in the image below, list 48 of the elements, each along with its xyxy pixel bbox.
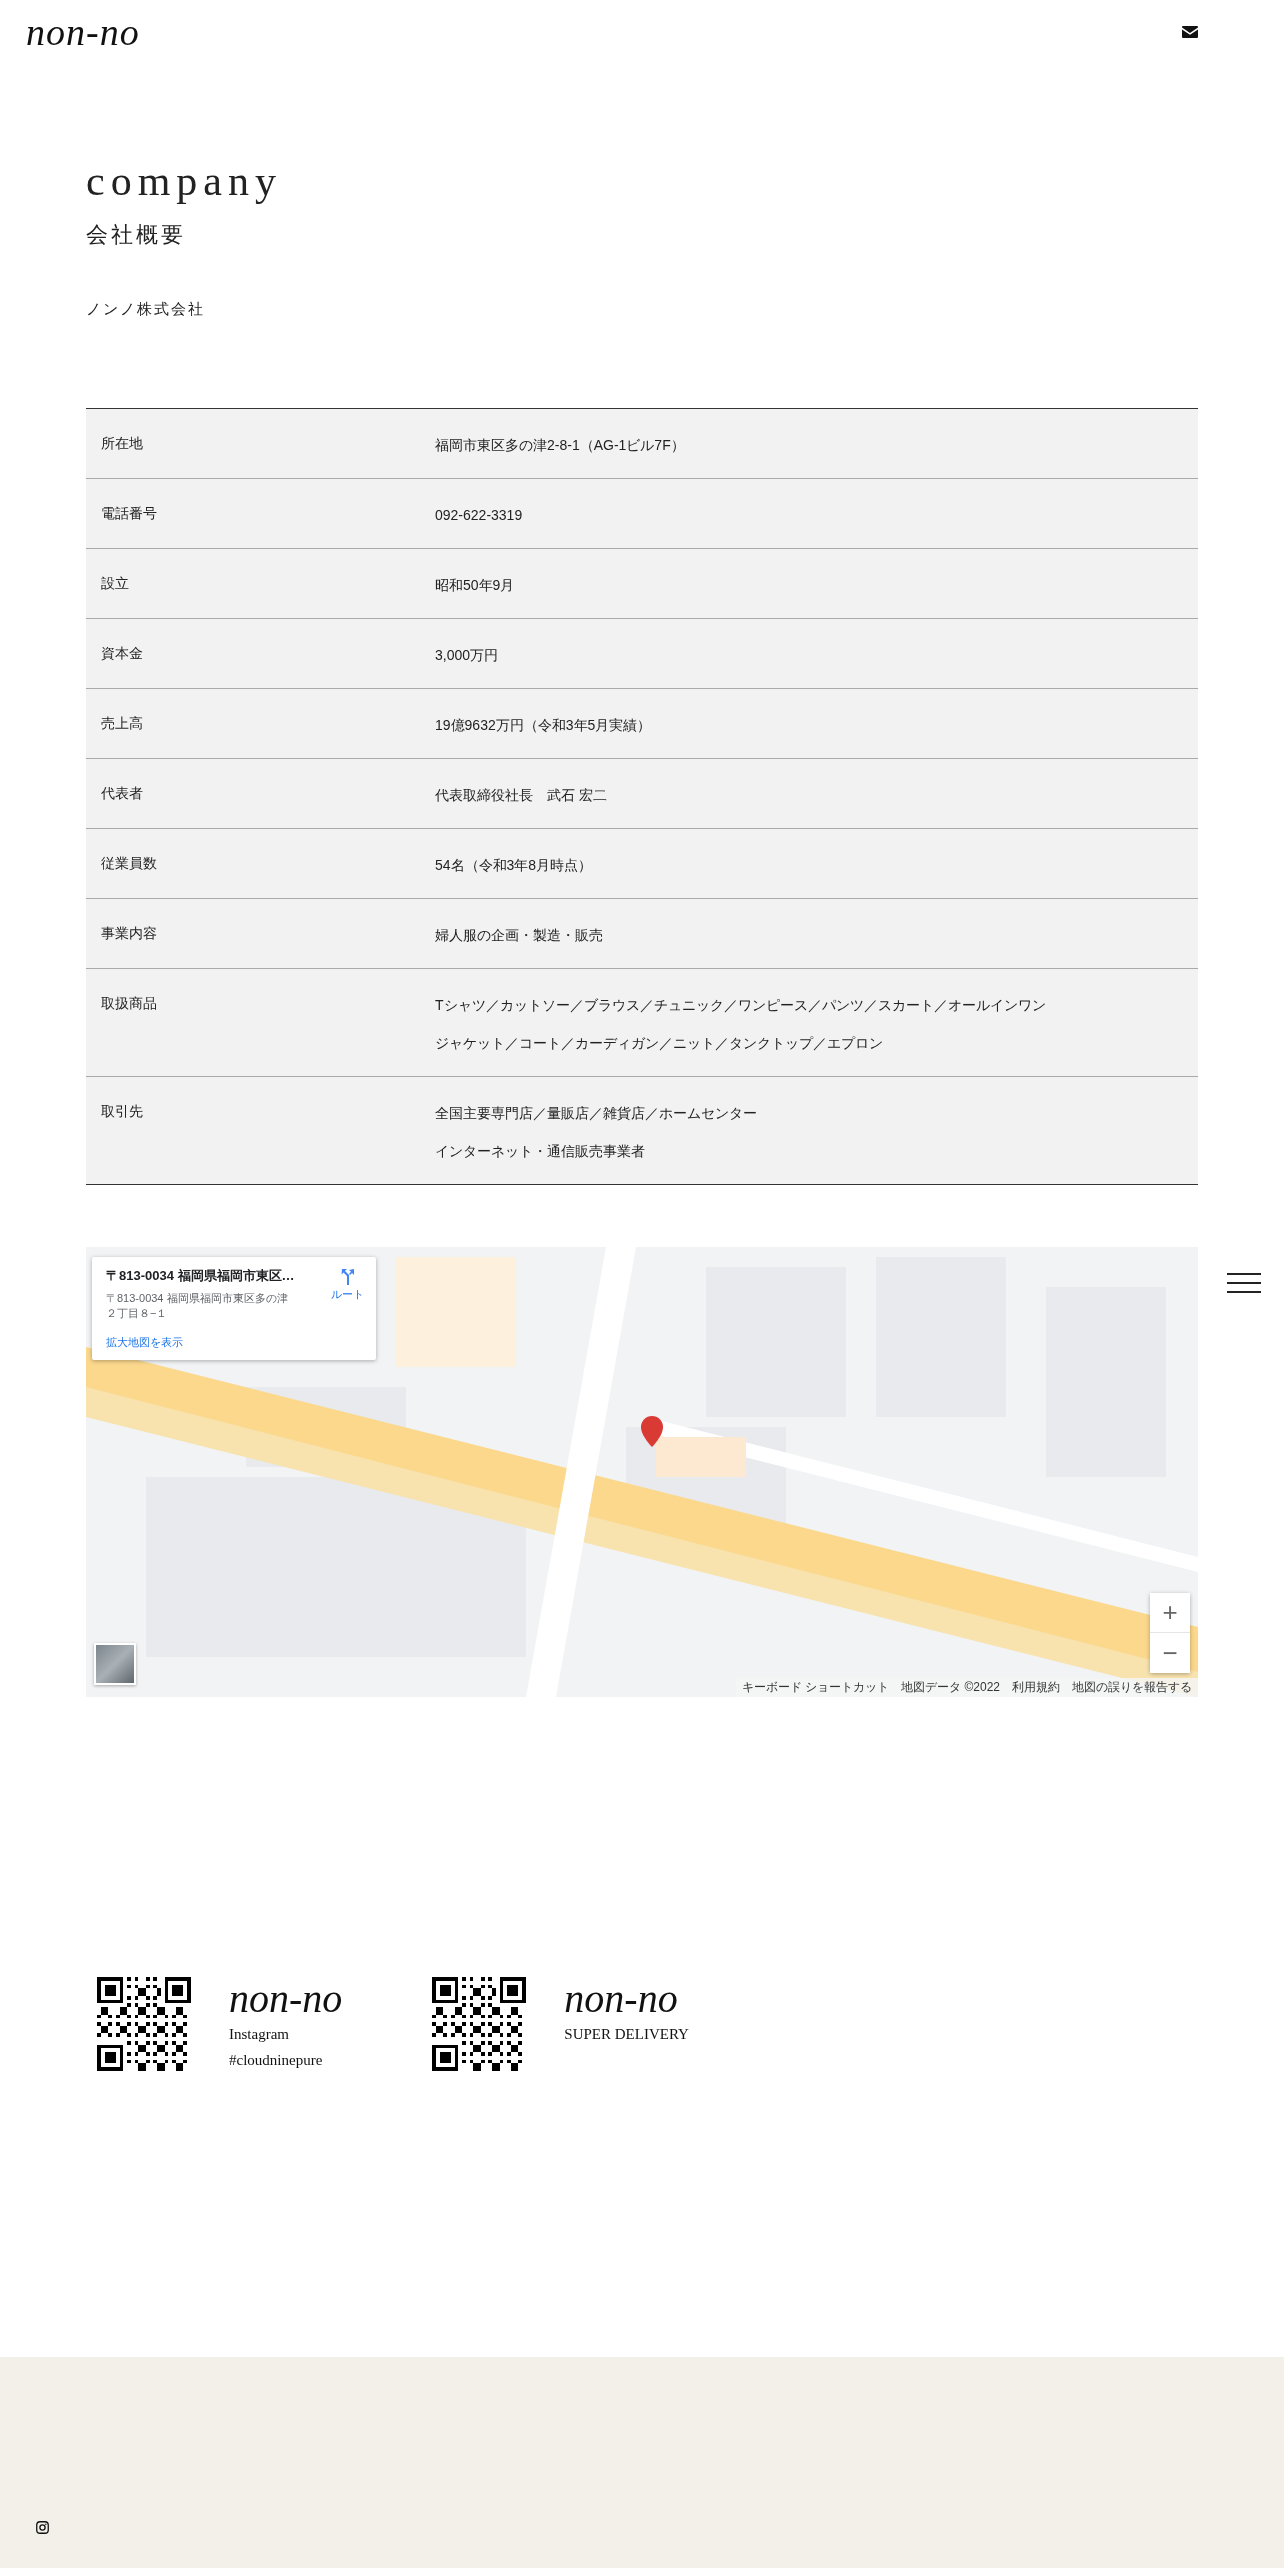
table-cell-text: Tシャツ／カットソー／ブラウス／チュニック／ワンピース／パンツ／スカート／オールインワン (435, 996, 1046, 1016)
table-cell-text: ジャケット／コート／カーディガン／ニット／タンクトップ／エプロン (435, 1034, 884, 1054)
larger-map-link[interactable]: 拡大地図を表示 (106, 1335, 295, 1351)
company-name: ノンノ株式会社 (86, 300, 206, 320)
qr-caption: #cloudninepure (229, 2051, 324, 2071)
table-cell-text: 19億9632万円（令和3年5月実績） (435, 716, 652, 736)
logo[interactable]: non-no (26, 10, 140, 54)
table-cell-text: 設立 (100, 574, 130, 594)
map-attribution-link[interactable]: キーボード ショートカット (735, 1678, 896, 1698)
qr-caption: Instagram (229, 2025, 290, 2045)
instagram-icon[interactable] (36, 2521, 49, 2534)
table-cell-text: 売上高 (100, 714, 144, 734)
qr-caption: SUPER DELIVERY (564, 2025, 689, 2045)
page-title: company (86, 158, 283, 205)
table-cell-text: 代表者 (100, 784, 144, 804)
zoom-in-button[interactable]: + (1150, 1593, 1190, 1634)
table-cell-text: 092-622-3319 (435, 506, 523, 526)
table-cell-text: 資本金 (100, 644, 144, 664)
place-title: 〒813-0034 福岡県福岡市東区… (106, 1267, 295, 1286)
table-cell-text: 所在地 (100, 434, 144, 454)
table-cell-text: インターネット・通信販売事業者 (435, 1142, 646, 1162)
table-cell-text: 取扱商品 (100, 994, 158, 1014)
logo: non-no (564, 1977, 679, 2022)
table-cell-text: 事業内容 (100, 924, 158, 944)
map-attribution-link[interactable]: 利用規約 (1006, 1678, 1066, 1698)
table-cell-text: 54名（令和3年8月時点） (435, 856, 593, 876)
zoom-out-button[interactable]: − (1150, 1633, 1190, 1674)
menu-icon[interactable] (1227, 1273, 1261, 1293)
qr-code-icon (97, 1977, 191, 2072)
table-cell-text: 婦人服の企画・製造・販売 (435, 926, 603, 946)
street-view-thumbnail[interactable] (94, 1643, 136, 1686)
table-cell-text: 取引先 (100, 1102, 144, 1122)
mail-icon[interactable] (1182, 26, 1198, 38)
qr-code-icon (432, 1977, 527, 2072)
table-cell-text: 昭和50年9月 (435, 576, 515, 596)
table-cell-text: 全国主要専門店／量販店／雑貨店／ホームセンター (435, 1104, 757, 1124)
map-attribution-link[interactable]: 地図の誤りを報告する (1066, 1678, 1198, 1698)
logo: non-no (229, 1977, 343, 2022)
table-cell-text: 従業員数 (100, 854, 158, 874)
place-address: ２丁目８−１ (106, 1306, 169, 1322)
route-button[interactable]: ルート (331, 1267, 364, 1303)
table-cell-text: 3,000万円 (435, 646, 499, 666)
place-address: 〒813-0034 福岡県福岡市東区多の津 (106, 1291, 289, 1307)
table-cell-text: 代表取締役社長 武石 宏二 (435, 786, 607, 806)
map-attribution-link[interactable]: 地図データ ©2022 (895, 1678, 1006, 1698)
table-cell-text: 電話番号 (100, 504, 158, 524)
page-subtitle: 会社概要 (86, 221, 187, 250)
table-cell-text: 福岡市東区多の津2-8-1（AG-1ビル7F） (435, 436, 685, 456)
